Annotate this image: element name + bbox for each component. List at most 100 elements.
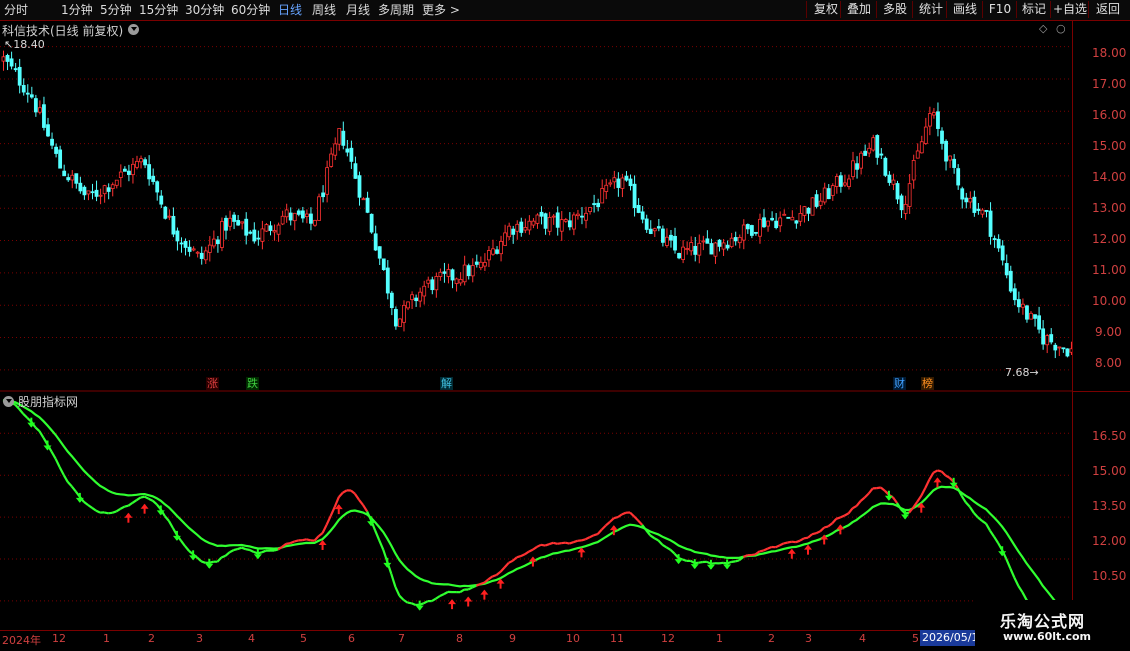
fast-line-segment	[573, 541, 577, 542]
candle-body	[309, 214, 312, 223]
event-tag-ranking[interactable]: 榜	[921, 377, 934, 390]
fast-line-segment	[323, 525, 327, 533]
fast-line-segment	[64, 475, 68, 482]
candle-body	[366, 198, 369, 212]
period-tab-daily[interactable]: 日线	[278, 2, 302, 18]
candle-body	[888, 175, 891, 182]
fast-line-segment	[521, 554, 525, 556]
fast-line-segment	[602, 526, 606, 530]
candle-body	[690, 243, 693, 251]
arrow-head	[205, 564, 213, 569]
candle-body	[131, 164, 134, 174]
fast-line-segment	[319, 533, 323, 536]
candle-body	[953, 159, 956, 167]
candle-body	[819, 201, 822, 205]
fast-line-segment	[683, 560, 687, 561]
period-tab-30min[interactable]: 30分钟	[185, 2, 224, 18]
candle-body	[512, 229, 515, 234]
candle-body	[6, 55, 9, 61]
period-tab-monthly[interactable]: 月线	[346, 2, 370, 18]
indicator-y-tick: 13.50	[1092, 499, 1126, 513]
candle-body	[678, 253, 681, 257]
candle-body	[184, 241, 187, 247]
arrow-head	[448, 599, 456, 604]
period-tab-more[interactable]: 更多 >	[422, 2, 460, 18]
fast-line-segment	[594, 534, 598, 535]
overlay-button[interactable]: 叠加	[840, 1, 877, 18]
period-tab-1min[interactable]: 1分钟	[61, 2, 93, 18]
period-tab-weekly[interactable]: 周线	[312, 2, 336, 18]
candle-body	[884, 158, 887, 175]
candle-body	[172, 216, 175, 234]
period-tab-60min[interactable]: 60分钟	[231, 2, 270, 18]
candle-body	[407, 302, 410, 308]
fast-line-segment	[545, 544, 549, 545]
candlestick-chart[interactable]	[0, 20, 1072, 392]
add-watchlist-button[interactable]: +自选	[1050, 1, 1089, 18]
period-tab-15min[interactable]: 15分钟	[139, 2, 178, 18]
candle-body	[856, 164, 859, 170]
fast-line-segment	[96, 511, 100, 513]
candle-body	[59, 150, 62, 168]
fast-line-segment	[565, 543, 569, 544]
candle-body	[160, 196, 163, 204]
fast-line-segment	[294, 540, 298, 541]
event-tag-down[interactable]: 跌	[246, 377, 259, 390]
candle-body	[993, 239, 996, 240]
candle-body	[1021, 304, 1024, 307]
fast-line-segment	[921, 488, 925, 496]
candle-body	[447, 270, 450, 277]
fast-line-segment	[760, 551, 764, 552]
statistics-button[interactable]: 统计	[912, 1, 949, 18]
event-tag-unlock[interactable]: 解	[440, 377, 453, 390]
fast-line-segment	[962, 496, 966, 503]
draw-line-button[interactable]: 画线	[946, 1, 983, 18]
candle-body	[698, 243, 701, 255]
candle-body	[767, 221, 770, 226]
fast-line-segment	[359, 500, 363, 505]
candle-body	[763, 218, 766, 227]
candle-body	[791, 217, 794, 220]
candle-body	[301, 211, 304, 218]
chevron-down-icon[interactable]	[128, 24, 139, 35]
candle-body	[589, 208, 592, 212]
settings-circle-icon[interactable]: ○	[1056, 22, 1066, 35]
candle-body	[742, 225, 745, 240]
period-tab-fenshi[interactable]: 分时	[4, 2, 28, 18]
candle-body	[746, 224, 749, 228]
fast-line-segment	[250, 550, 254, 552]
candle-body	[398, 319, 401, 327]
f10-button[interactable]: F10	[982, 1, 1017, 18]
y-tick: 17.00	[1092, 77, 1126, 91]
candle-body	[900, 196, 903, 210]
period-tab-multi[interactable]: 多周期	[378, 2, 414, 18]
chevron-down-icon[interactable]	[3, 396, 14, 407]
event-tag-up[interactable]: 涨	[206, 377, 219, 390]
fast-line-segment	[529, 550, 533, 552]
mark-button[interactable]: 标记	[1016, 1, 1051, 18]
candle-body	[1050, 335, 1053, 342]
candle-body	[220, 222, 223, 248]
diamond-icon[interactable]: ◇	[1039, 22, 1047, 35]
candle-body	[95, 190, 98, 196]
time-label: 12	[52, 632, 66, 645]
candle-body	[936, 112, 939, 129]
indicator-y-tick: 16.50	[1092, 429, 1126, 443]
buy-arrow-icon	[804, 545, 812, 555]
back-button[interactable]: 返回	[1088, 1, 1127, 18]
fast-line-segment	[116, 509, 120, 512]
candle-body	[75, 174, 78, 184]
multi-stock-button[interactable]: 多股	[876, 1, 913, 18]
candle-body	[653, 229, 656, 231]
period-tab-5min[interactable]: 5分钟	[100, 2, 132, 18]
fast-line-segment	[472, 586, 476, 588]
candle-body	[455, 279, 458, 284]
event-tag-finance[interactable]: 财	[893, 377, 906, 390]
indicator-chart[interactable]	[0, 393, 1072, 630]
time-label: 7	[398, 632, 405, 645]
fast-line-segment	[606, 522, 610, 526]
candle-body	[580, 216, 583, 217]
candle-body	[621, 178, 624, 188]
candle-body	[508, 226, 511, 237]
sell-arrow-icon	[254, 549, 262, 559]
